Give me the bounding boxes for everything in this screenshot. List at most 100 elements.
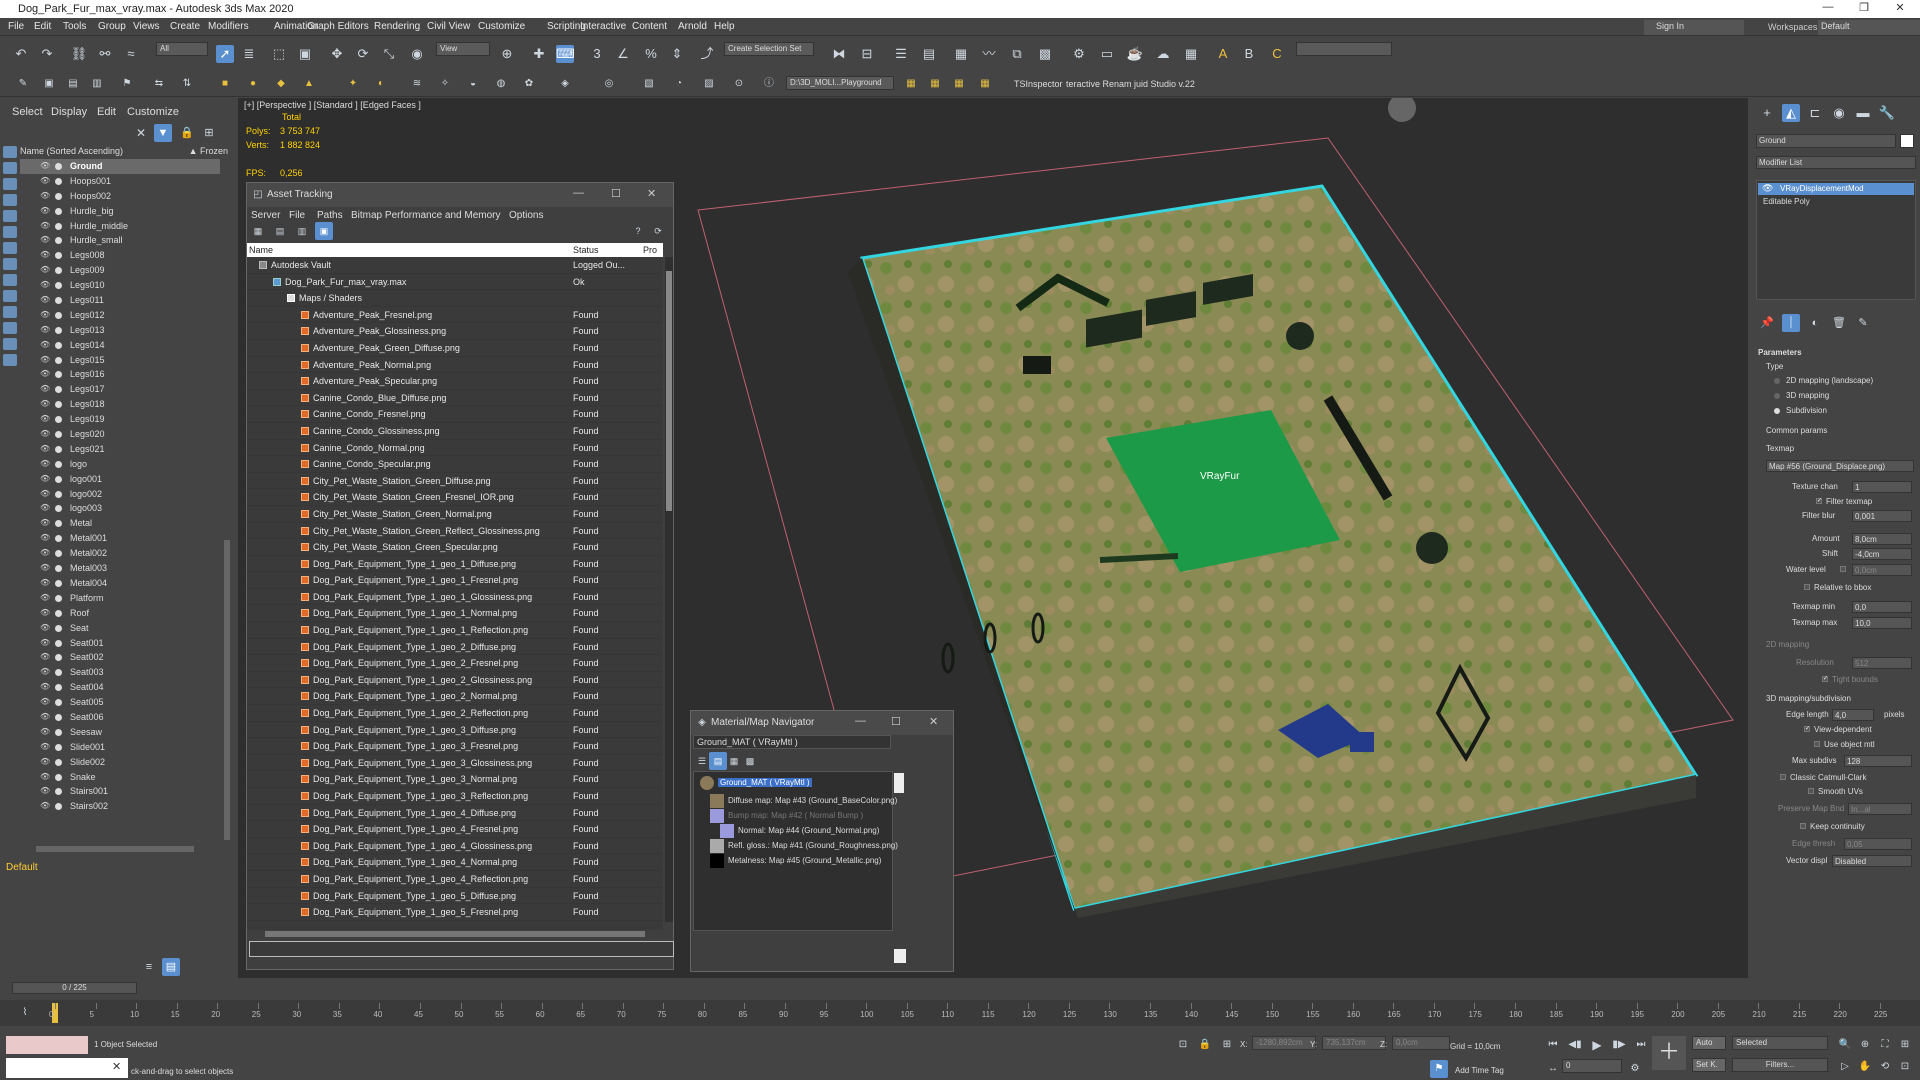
layers-icon[interactable]: ≡ bbox=[140, 958, 158, 976]
go-to-start-icon[interactable]: ⏮ bbox=[1544, 1036, 1562, 1054]
render-toggle-icon[interactable] bbox=[55, 267, 62, 275]
explorer-filter-icon[interactable] bbox=[3, 162, 17, 174]
visibility-eye-icon[interactable]: 👁 bbox=[40, 457, 50, 472]
asset-row-map[interactable]: Dog_Park_Equipment_Type_1_geo_1_Reflecti… bbox=[247, 622, 663, 639]
col-status[interactable]: Status bbox=[573, 245, 599, 255]
visibility-eye-icon[interactable]: 👁 bbox=[40, 397, 50, 412]
move-icon[interactable]: ✥ bbox=[328, 45, 346, 63]
asset-tracking-titlebar[interactable]: ◰ Asset Tracking — ☐ ✕ bbox=[247, 183, 673, 207]
toolbar2-icon-2[interactable]: ▣ bbox=[40, 75, 58, 93]
vector-displ-dropdown[interactable]: Disabled bbox=[1832, 855, 1912, 867]
render-preset-dropdown[interactable] bbox=[1296, 42, 1392, 56]
scene-object-row[interactable]: 👁 Legs010 bbox=[20, 278, 220, 293]
scene-object-row[interactable]: 👁 logo003 bbox=[20, 501, 220, 516]
scene-list-hscrollbar[interactable] bbox=[36, 846, 194, 852]
sign-in-dropdown[interactable]: Sign In bbox=[1644, 20, 1744, 35]
render-toggle-icon[interactable] bbox=[55, 565, 62, 573]
texture-chan-spinner[interactable]: 1 bbox=[1852, 481, 1912, 493]
toolbar2-icon-19[interactable]: ◈ bbox=[556, 75, 574, 93]
visibility-eye-icon[interactable]: 👁 bbox=[40, 725, 50, 740]
toolbar2-icon-29[interactable]: ▦ bbox=[976, 75, 994, 93]
asset-row-map[interactable]: Dog_Park_Equipment_Type_1_geo_4_Reflecti… bbox=[247, 871, 663, 888]
render-toggle-icon[interactable] bbox=[55, 460, 62, 468]
scene-object-row[interactable]: 👁 Legs016 bbox=[20, 367, 220, 382]
layer-manager-icon[interactable]: ▤ bbox=[162, 958, 180, 976]
explorer-filter-icon[interactable] bbox=[3, 274, 17, 286]
toolbar2-icon-23[interactable]: ▨ bbox=[700, 75, 718, 93]
orbit-icon[interactable]: ⟲ bbox=[1876, 1058, 1894, 1076]
render-toggle-icon[interactable] bbox=[55, 475, 62, 483]
object-color-swatch[interactable] bbox=[1900, 134, 1914, 148]
modifier-editable-poly[interactable]: Editable Poly bbox=[1763, 197, 1810, 206]
rotate-icon[interactable]: ⟳ bbox=[354, 45, 372, 63]
max-subdivs-spinner[interactable]: 128 bbox=[1844, 755, 1912, 767]
absolute-mode-icon[interactable]: ⊞ bbox=[1218, 1036, 1236, 1054]
render-toggle-icon[interactable] bbox=[55, 535, 62, 543]
col-pro[interactable]: Pro bbox=[643, 245, 657, 255]
render-setup-icon[interactable]: ⚙ bbox=[1070, 45, 1088, 63]
scene-object-row[interactable]: 👁 Slide001 bbox=[20, 740, 220, 755]
menu-item-graph-editors[interactable]: Graph Editors bbox=[307, 21, 369, 32]
toolbar2-icon-16[interactable]: ◒ bbox=[464, 75, 482, 93]
explorer-filter-icon[interactable] bbox=[3, 194, 17, 206]
link-icon[interactable]: ⛓ bbox=[70, 45, 88, 63]
asset-row-vault[interactable]: Autodesk Vault Logged Ou... bbox=[247, 257, 663, 274]
asset-maximize-icon[interactable]: ☐ bbox=[611, 187, 621, 200]
visibility-eye-icon[interactable]: 👁 bbox=[40, 576, 50, 591]
menu-item-content[interactable]: Content bbox=[632, 21, 667, 32]
asset-row-map[interactable]: Dog_Park_Equipment_Type_1_geo_3_Diffuse.… bbox=[247, 722, 663, 739]
visibility-eye-icon[interactable]: 👁 bbox=[40, 233, 50, 248]
render-toggle-icon[interactable] bbox=[55, 297, 62, 305]
visibility-eye-icon[interactable]: 👁 bbox=[40, 263, 50, 278]
filter-icon[interactable]: ▼ bbox=[154, 124, 172, 142]
radio-3d-mapping[interactable] bbox=[1774, 393, 1780, 399]
modifier-list-dropdown[interactable]: Modifier List bbox=[1756, 156, 1916, 169]
scene-object-row[interactable]: 👁 Legs008 bbox=[20, 248, 220, 263]
visibility-eye-icon[interactable]: 👁 bbox=[40, 516, 50, 531]
seesaw[interactable] bbox=[1099, 553, 1179, 563]
edge-thresh-spinner[interactable]: 0,05 bbox=[1844, 838, 1912, 850]
render-toggle-icon[interactable] bbox=[55, 192, 62, 200]
scene-object-row[interactable]: 👁 Legs009 bbox=[20, 263, 220, 278]
table-1[interactable] bbox=[1023, 356, 1051, 374]
visibility-eye-icon[interactable]: 👁 bbox=[40, 219, 50, 234]
radio-subdivision[interactable] bbox=[1774, 408, 1780, 414]
toolbar2-icon-12[interactable]: ✦ bbox=[344, 75, 362, 93]
menu-item-arnold[interactable]: Arnold bbox=[678, 21, 707, 32]
key-filter-dropdown[interactable]: Selected bbox=[1732, 1036, 1828, 1050]
texmap-button[interactable]: Map #56 (Ground_Displace.png) bbox=[1766, 460, 1914, 472]
utilities-tab-icon[interactable]: 🔧 bbox=[1878, 104, 1896, 122]
asset-tool-1-icon[interactable]: ▦ bbox=[249, 222, 267, 240]
toolbar2-icon-14[interactable]: ≋ bbox=[408, 75, 426, 93]
render-production-icon[interactable]: ☕ bbox=[1126, 45, 1144, 63]
asset-row-map[interactable]: Canine_Condo_Fresnel.png Found bbox=[247, 406, 663, 423]
percent-snap-icon[interactable]: % bbox=[642, 45, 660, 63]
prev-frame-icon[interactable]: ◀▮ bbox=[1566, 1036, 1584, 1054]
asset-row-map[interactable]: Dog_Park_Equipment_Type_1_geo_5_Diffuse.… bbox=[247, 888, 663, 905]
render-toggle-icon[interactable] bbox=[55, 594, 62, 602]
texmap-min-spinner[interactable]: 0,0 bbox=[1852, 601, 1912, 613]
render-toggle-icon[interactable] bbox=[55, 445, 62, 453]
scene-object-row[interactable]: 👁 logo002 bbox=[20, 487, 220, 502]
tire-1[interactable] bbox=[1286, 322, 1314, 350]
scene-object-row[interactable]: 👁 Legs017 bbox=[20, 382, 220, 397]
add-time-tag[interactable]: Add Time Tag bbox=[1455, 1066, 1504, 1075]
asset-row-map[interactable]: Adventure_Peak_Glossiness.png Found bbox=[247, 323, 663, 340]
window-crossing-icon[interactable]: ▣ bbox=[296, 45, 314, 63]
curve-editor-icon[interactable]: 〰 bbox=[980, 45, 998, 63]
toolbar2-icon-10[interactable]: ◆ bbox=[272, 75, 290, 93]
shift-spinner[interactable]: -4,0cm bbox=[1852, 548, 1912, 560]
toolbar2-icon-13[interactable]: ◐ bbox=[372, 75, 390, 93]
asset-menu-options[interactable]: Options bbox=[509, 210, 543, 221]
visibility-eye-icon[interactable]: 👁 bbox=[40, 710, 50, 725]
explorer-filter-icon[interactable] bbox=[3, 226, 17, 238]
toolbar2-icon-11[interactable]: ▲ bbox=[300, 75, 318, 93]
scene-object-row[interactable]: 👁 Legs014 bbox=[20, 338, 220, 353]
visibility-eye-icon[interactable]: 👁 bbox=[40, 606, 50, 621]
render-toggle-icon[interactable] bbox=[55, 326, 62, 334]
select-manipulate-icon[interactable]: ✚ bbox=[530, 45, 548, 63]
asset-menu-server[interactable]: Server bbox=[251, 210, 280, 221]
pin-stack-icon[interactable]: 📌 bbox=[1758, 314, 1776, 332]
menu-item-customize[interactable]: Customize bbox=[478, 21, 525, 32]
scene-object-row[interactable]: 👁 Slide002 bbox=[20, 755, 220, 770]
